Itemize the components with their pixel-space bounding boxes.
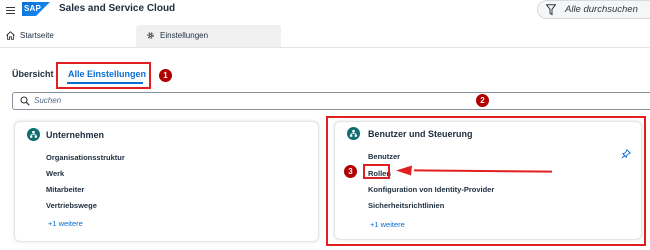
card-unternehmen: Unternehmen Organisationsstruktur Werk M… [14,121,319,242]
link-identity-provider[interactable]: Konfiguration von Identity-Provider [368,185,494,194]
annotation-box-rollen [363,164,390,179]
menu-icon[interactable] [6,7,15,15]
tab-startseite[interactable]: Startseite [0,25,135,47]
sap-logo[interactable]: SAP [22,2,50,16]
active-tab-underline [67,82,143,84]
tab-label: Startseite [20,31,54,40]
more-link[interactable]: +1 weitere [370,220,405,229]
home-icon [6,31,15,40]
card-title: Unternehmen [46,130,105,140]
tab-einstellungen[interactable]: Einstellungen [136,25,281,47]
link-vertriebswege[interactable]: Vertriebswege [46,201,97,210]
link-benutzer[interactable]: Benutzer [368,152,400,161]
tab-strip: Startseite Einstellungen [0,25,650,48]
subtab-all-settings-label: Alle Einstellungen [68,69,147,79]
settings-search-input[interactable]: Suchen [12,92,650,110]
global-search-field[interactable]: Alle durchsuchen [537,0,650,19]
search-placeholder: Suchen [34,96,62,105]
app-title: Sales and Service Cloud [59,3,176,14]
card-title: Benutzer und Steuerung [368,129,473,139]
link-sicherheitsrichtlinien[interactable]: Sicherheitsrichtlinien [368,201,444,210]
user-control-icon [347,127,360,140]
pin-icon[interactable] [621,149,631,159]
subtab-overview[interactable]: Übersicht [12,69,54,79]
subtab-all-settings[interactable]: Alle Einstellungen [56,62,151,89]
shell-bar: SAP Sales and Service Cloud Alle durchsu… [0,0,650,22]
more-link[interactable]: +1 weitere [48,219,83,228]
search-icon [20,96,30,106]
tab-label: Einstellungen [160,31,209,40]
annotation-badge-3: 3 [344,165,357,178]
filter-icon[interactable] [546,4,556,16]
link-werk[interactable]: Werk [46,169,64,178]
gear-icon [147,32,154,39]
annotation-badge-2: 2 [476,94,489,107]
global-search-placeholder: Alle durchsuchen [565,4,638,15]
annotation-arrow [396,165,553,176]
org-icon [27,128,40,141]
annotation-badge-1: 1 [159,69,172,82]
link-organisationsstruktur[interactable]: Organisationsstruktur [46,153,125,162]
card-benutzer-und-steuerung: Benutzer und Steuerung Benutzer Rollen K… [334,121,642,240]
link-mitarbeiter[interactable]: Mitarbeiter [46,185,84,194]
